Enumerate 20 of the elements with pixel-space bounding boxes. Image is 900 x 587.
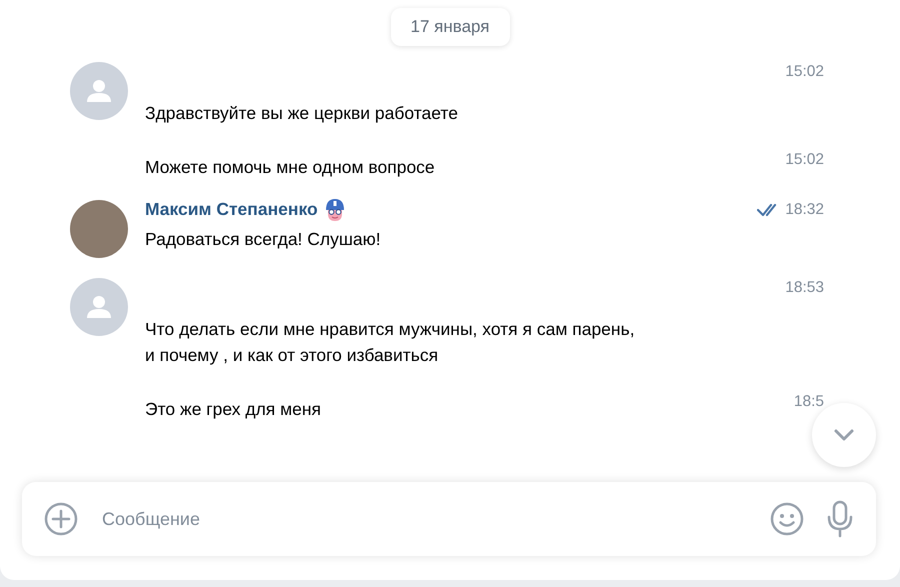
- emoji-icon[interactable]: [770, 502, 804, 536]
- message-input[interactable]: Сообщение: [100, 504, 748, 534]
- message-time: 15:02: [785, 62, 824, 82]
- message-time: 15:02: [785, 150, 824, 170]
- message-text: Это же грех для меня: [145, 398, 322, 421]
- sender-name[interactable]: Максим Степаненко: [145, 196, 318, 223]
- chevron-down-icon: [833, 428, 855, 442]
- date-label: 17 января: [390, 8, 510, 46]
- message-text: Здравствуйте вы же церкви работаете: [145, 102, 459, 125]
- add-icon[interactable]: [44, 502, 78, 536]
- message-time: 18:5: [794, 392, 824, 412]
- message-text: Можете помочь мне одном вопросе: [145, 156, 436, 179]
- helmet-sticker-icon: [324, 198, 346, 222]
- message-time: 18:32: [785, 200, 824, 220]
- person-icon: [85, 294, 113, 320]
- message-time: 18:53: [785, 278, 824, 298]
- message-text: Что делать если мне нравится мужчины, хотя я сам парень, и почему , и как от этого избавиться: [145, 318, 636, 367]
- message-text: Радоваться всегда! Слушаю!: [145, 228, 382, 251]
- person-icon: [85, 78, 113, 104]
- microphone-icon[interactable]: [826, 500, 854, 538]
